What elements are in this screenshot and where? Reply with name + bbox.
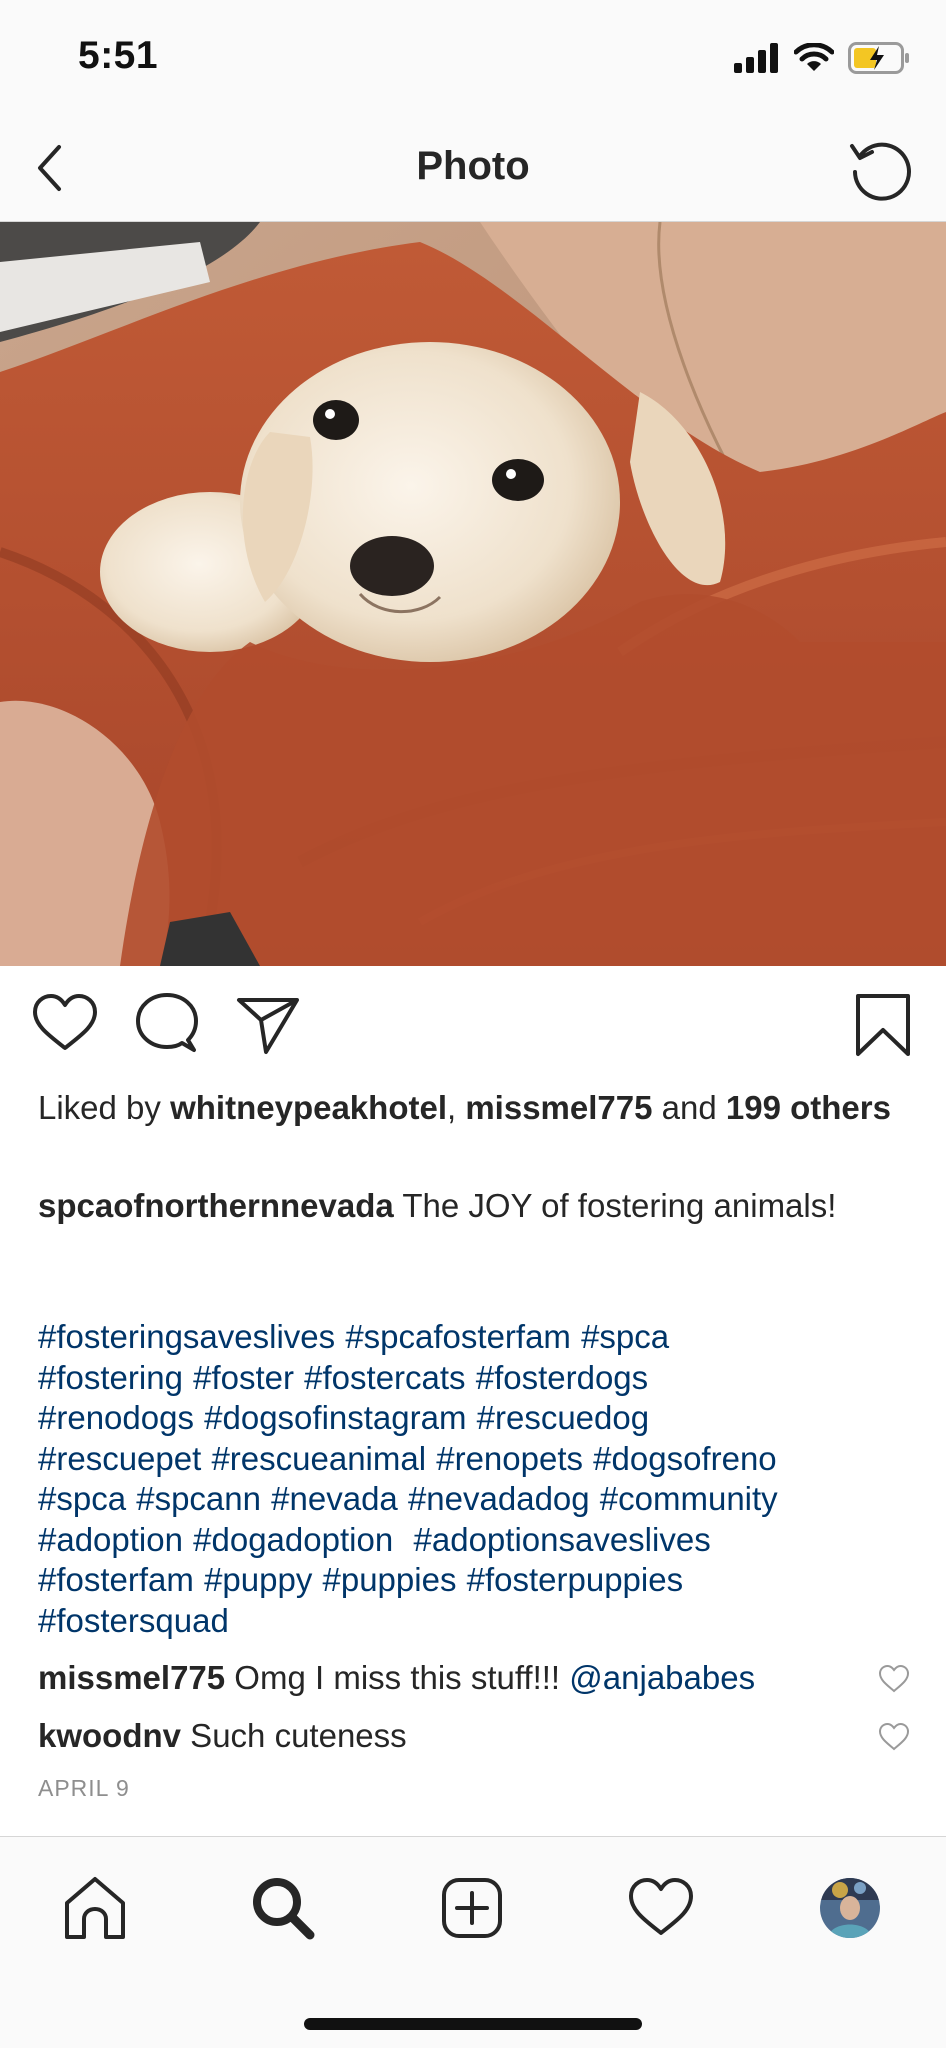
tab-activity[interactable] [626, 1873, 696, 1943]
post-photo[interactable] [0, 222, 946, 966]
heart-icon [629, 1878, 693, 1935]
send-icon [237, 998, 299, 1054]
hashtag-line[interactable]: #fostering #foster #fostercats #fosterdo… [38, 1358, 928, 1399]
comment-text: Such cuteness [181, 1717, 407, 1754]
home-indicator[interactable] [304, 2018, 642, 2030]
likes-count[interactable]: 199 others [726, 1089, 891, 1126]
avatar [820, 1878, 880, 1938]
post-caption: spcaofnorthernnevada The JOY of fosterin… [38, 1185, 918, 1226]
post-date: APRIL 9 [38, 1775, 130, 1801]
comment-row: missmel775 Omg I miss this stuff!!! @anj… [38, 1658, 878, 1698]
comment-mention[interactable]: @anjababes [569, 1659, 755, 1696]
page-title: Photo [416, 144, 530, 188]
share-button[interactable] [234, 990, 304, 1060]
caption-username[interactable]: spcaofnorthernnevada [38, 1187, 394, 1224]
comment-text: Omg I miss this stuff!!! [225, 1659, 570, 1696]
liker-link[interactable]: whitneypeakhotel [170, 1089, 447, 1126]
nav-bar: Photo [0, 116, 946, 222]
comment-row: kwoodnv Such cuteness [38, 1716, 878, 1756]
plus-square-icon [442, 1878, 502, 1938]
hashtag-line[interactable]: #renodogs #dogsofinstagram #rescuedog [38, 1398, 928, 1439]
status-icons [734, 40, 910, 76]
hashtag-line[interactable]: #adoption #dogadoption #adoptionsavesliv… [38, 1520, 928, 1561]
hashtag-line[interactable]: #fostersquad [38, 1601, 928, 1642]
heart-icon [878, 1722, 910, 1751]
search-icon [253, 1878, 315, 1940]
tab-home[interactable] [60, 1873, 130, 1943]
comment-icon [136, 993, 198, 1052]
refresh-button[interactable] [846, 134, 916, 204]
wifi-icon [794, 43, 834, 71]
home-icon [65, 1877, 125, 1939]
likes-separator: , [446, 1089, 466, 1126]
comment-username[interactable]: missmel775 [38, 1659, 225, 1696]
heart-icon [33, 994, 97, 1050]
tab-profile[interactable] [820, 1878, 880, 1938]
hashtag-line[interactable]: #rescuepet #rescueanimal #renopets #dogs… [38, 1439, 928, 1480]
battery-icon [848, 42, 909, 74]
likes-summary[interactable]: Liked by whitneypeakhotel, missmel775 an… [38, 1087, 918, 1128]
puppy-photo [0, 222, 946, 966]
likes-prefix: Liked by [38, 1089, 171, 1126]
status-time: 5:51 [78, 34, 159, 77]
save-button[interactable] [848, 990, 918, 1060]
tab-new-post[interactable] [437, 1873, 507, 1943]
tab-bar [0, 1836, 946, 2048]
like-button[interactable] [30, 990, 100, 1060]
signal-icon [734, 43, 778, 73]
hashtag-block: #fosteringsaveslives #spcafosterfam #spc… [38, 1317, 928, 1641]
bookmark-icon [856, 994, 910, 1056]
caption-text: The JOY of fostering animals! [393, 1187, 837, 1224]
comment-like-button[interactable] [878, 1722, 910, 1752]
status-bar: 5:51 [0, 0, 946, 116]
heart-icon [878, 1664, 910, 1693]
hashtag-line[interactable]: #fosteringsaveslives #spcafosterfam #spc… [38, 1317, 928, 1358]
comment-button[interactable] [132, 990, 202, 1060]
likes-and: and [652, 1089, 726, 1126]
post-actions [0, 990, 946, 1064]
liker-link[interactable]: missmel775 [465, 1089, 652, 1126]
comment-username[interactable]: kwoodnv [38, 1717, 181, 1754]
hashtag-line[interactable]: #spca #spcann #nevada #nevadadog #commun… [38, 1479, 928, 1520]
hashtag-line[interactable]: #fosterfam #puppy #puppies #fosterpuppie… [38, 1560, 928, 1601]
comment-like-button[interactable] [878, 1664, 910, 1694]
refresh-icon [850, 142, 911, 201]
tab-search[interactable] [248, 1873, 318, 1943]
